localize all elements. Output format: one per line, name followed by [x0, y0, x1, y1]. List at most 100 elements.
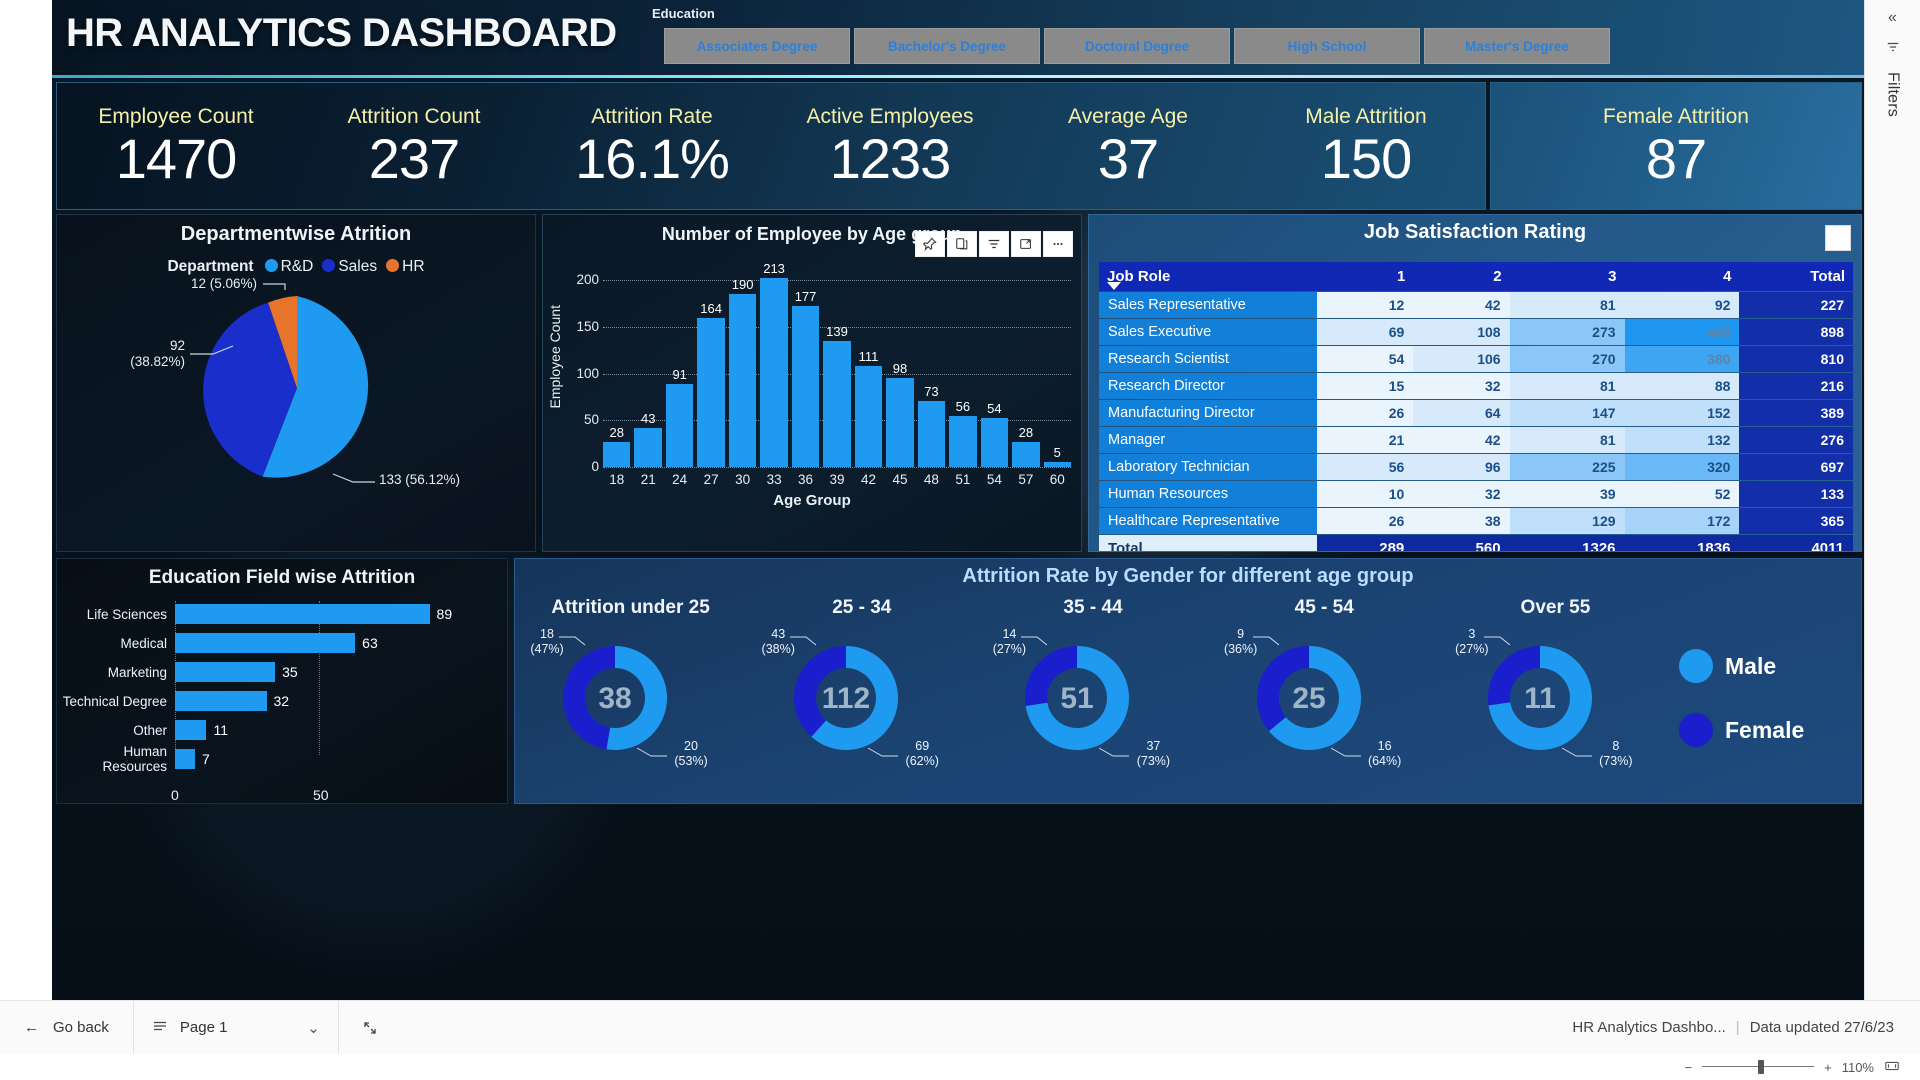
cell-rating-4[interactable]: 88 [1624, 373, 1740, 399]
bar-rect[interactable] [728, 294, 757, 467]
focus-mode-icon[interactable] [1011, 231, 1041, 257]
column-bar[interactable]: 139 [823, 261, 851, 467]
column-bar[interactable]: 54 [980, 261, 1009, 467]
bar-rect[interactable] [791, 306, 820, 467]
fit-to-page-button[interactable] [339, 1001, 401, 1054]
column-bar[interactable]: 164 [697, 261, 725, 467]
table-row[interactable]: Healthcare Representative 26 38 129 172 365 [1099, 508, 1853, 534]
column-bar[interactable]: 111 [854, 261, 883, 467]
column-header-4[interactable]: 4 [1624, 262, 1740, 291]
go-back-button[interactable]: ← Go back [0, 1001, 133, 1054]
legend-female[interactable]: Female [1679, 713, 1861, 747]
table-row[interactable]: Manufacturing Director 26 64 147 152 389 [1099, 400, 1853, 426]
cell-rating-1[interactable]: 69 [1317, 319, 1414, 345]
cell-rating-2[interactable]: 108 [1413, 319, 1510, 345]
bar-rect[interactable] [603, 441, 631, 467]
zoom-out-button[interactable]: − [1685, 1060, 1693, 1075]
table-row[interactable]: Research Director 15 32 81 88 216 [1099, 373, 1853, 399]
cell-rating-1[interactable]: 15 [1317, 373, 1414, 399]
donut-cell[interactable]: Over 55 11 3 (27%) 8 (73%) [1440, 593, 1671, 803]
donut-cell[interactable]: Attrition under 25 38 18 (47%) 20 (53%) [515, 593, 746, 803]
cell-job-role[interactable]: Human Resources [1099, 481, 1317, 507]
cell-rating-3[interactable]: 270 [1509, 346, 1625, 372]
cell-job-role[interactable]: Laboratory Technician [1099, 454, 1317, 480]
visual-header-toolbar[interactable] [915, 231, 1073, 257]
table-row[interactable]: Sales Executive 69 108 273 448 898 [1099, 319, 1853, 345]
education-button-bachelors[interactable]: Bachelor's Degree [854, 28, 1040, 64]
column-bar[interactable]: 73 [917, 261, 946, 467]
column-bar[interactable]: 177 [791, 261, 820, 467]
education-bar-rect[interactable] [175, 604, 430, 624]
job-satisfaction-table[interactable]: Job Role 1 2 3 4 Total Sales Representat… [1099, 261, 1853, 551]
education-bar-rect[interactable] [175, 633, 356, 653]
expand-chevrons-icon[interactable]: « [1888, 10, 1897, 26]
column-header-total[interactable]: Total [1739, 262, 1853, 291]
cell-job-role[interactable]: Manager [1099, 427, 1317, 453]
cell-rating-4[interactable]: 152 [1624, 400, 1740, 426]
pie-legend-item-hr[interactable]: HR [386, 258, 425, 276]
cell-job-role[interactable]: Research Scientist [1099, 346, 1317, 372]
cell-rating-2[interactable]: 42 [1413, 427, 1510, 453]
cell-rating-2[interactable]: 32 [1413, 373, 1510, 399]
cell-rating-4[interactable]: 380 [1624, 346, 1740, 372]
column-bar[interactable]: 91 [665, 261, 694, 467]
cell-rating-2[interactable]: 96 [1413, 454, 1510, 480]
cell-rating-1[interactable]: 56 [1317, 454, 1414, 480]
education-slicer[interactable]: Associates Degree Bachelor's Degree Doct… [664, 28, 1610, 64]
cell-rating-3[interactable]: 273 [1509, 319, 1625, 345]
cell-total[interactable]: 697 [1739, 454, 1853, 480]
column-bar[interactable]: 56 [949, 261, 977, 467]
filter-icon[interactable] [979, 231, 1009, 257]
cell-rating-3[interactable]: 129 [1509, 508, 1625, 534]
cell-rating-2[interactable]: 64 [1413, 400, 1510, 426]
cell-total[interactable]: 365 [1739, 508, 1853, 534]
copy-icon[interactable] [947, 231, 977, 257]
column-bar[interactable]: 28 [1012, 261, 1040, 467]
filter-icon[interactable] [1886, 40, 1900, 58]
cell-job-role[interactable]: Research Director [1099, 373, 1317, 399]
table-row[interactable]: Human Resources 10 32 39 52 133 [1099, 481, 1853, 507]
pie-legend-item-rnd[interactable]: R&D [264, 258, 313, 276]
bar-rect[interactable] [854, 366, 883, 467]
bar-rect[interactable] [823, 340, 851, 467]
bar-rect[interactable] [634, 427, 662, 467]
bar-rect[interactable] [886, 377, 914, 467]
cell-total[interactable]: 227 [1739, 292, 1853, 318]
cell-rating-3[interactable]: 81 [1509, 292, 1625, 318]
education-button-masters[interactable]: Master's Degree [1424, 28, 1610, 64]
cell-rating-2[interactable]: 32 [1413, 481, 1510, 507]
education-bar-rect[interactable] [175, 662, 276, 682]
legend-male[interactable]: Male [1679, 649, 1861, 683]
fit-screen-icon[interactable] [1884, 1058, 1900, 1077]
cell-rating-1[interactable]: 26 [1317, 400, 1414, 426]
cell-rating-3[interactable]: 147 [1509, 400, 1625, 426]
column-bar[interactable]: 190 [728, 261, 757, 467]
bar-rect[interactable] [1012, 441, 1040, 467]
pie-legend-item-sales[interactable]: Sales [322, 258, 377, 276]
cell-rating-4[interactable]: 448 [1624, 319, 1740, 345]
bar-rect[interactable] [697, 317, 725, 467]
cell-total[interactable]: 216 [1739, 373, 1853, 399]
column-header-1[interactable]: 1 [1317, 262, 1414, 291]
table-row[interactable]: Manager 21 42 81 132 276 [1099, 427, 1853, 453]
bar-rect[interactable] [665, 384, 694, 467]
bar-rect[interactable] [980, 417, 1009, 467]
more-options-icon[interactable] [1043, 231, 1073, 257]
cell-job-role[interactable]: Sales Executive [1099, 319, 1317, 345]
cell-total[interactable]: 389 [1739, 400, 1853, 426]
column-header-3[interactable]: 3 [1509, 262, 1625, 291]
visual-employee-by-age-group[interactable]: Number of Employee by Age group Employee… [542, 214, 1082, 552]
column-bar[interactable]: 98 [886, 261, 914, 467]
cell-job-role[interactable]: Sales Representative [1099, 292, 1317, 318]
cell-job-role[interactable]: Healthcare Representative [1099, 508, 1317, 534]
table-toggle-button[interactable] [1825, 225, 1851, 251]
cell-rating-4[interactable]: 52 [1624, 481, 1740, 507]
column-bar[interactable]: 43 [634, 261, 662, 467]
table-row[interactable]: Research Scientist 54 106 270 380 810 [1099, 346, 1853, 372]
education-bar-row[interactable]: Life Sciences 89 [57, 601, 507, 627]
cell-job-role[interactable]: Manufacturing Director [1099, 400, 1317, 426]
column-header-job-role[interactable]: Job Role [1099, 262, 1317, 291]
cell-total[interactable]: 133 [1739, 481, 1853, 507]
column-bar[interactable]: 5 [1043, 261, 1072, 467]
zoom-in-button[interactable]: + [1824, 1060, 1832, 1075]
